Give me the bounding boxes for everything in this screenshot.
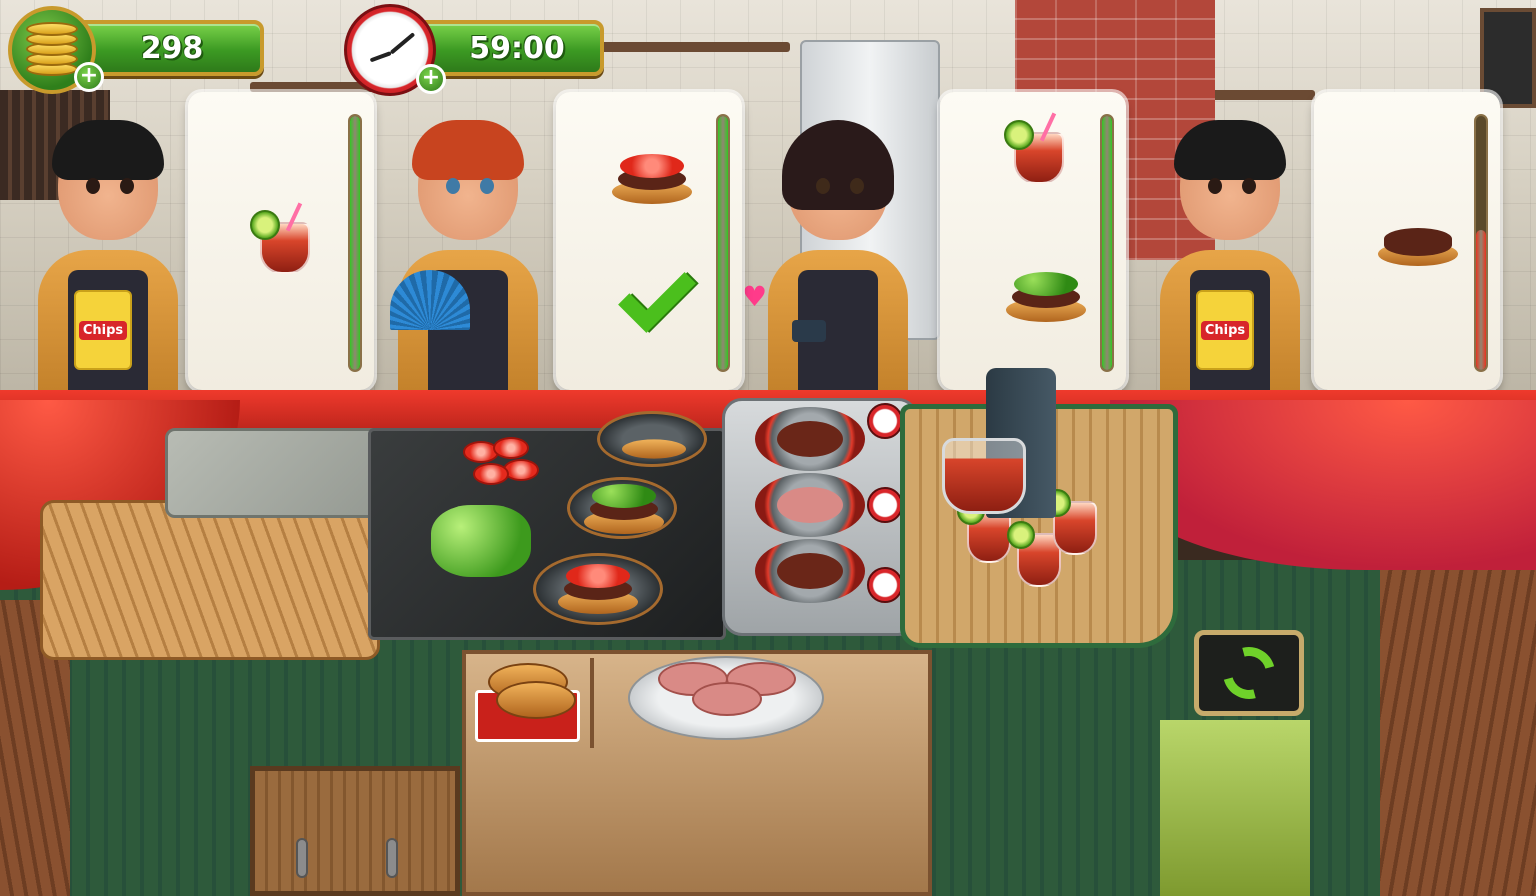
grill-slot-2[interactable]	[755, 473, 865, 537]
customer-girl-phone[interactable]: ♥	[742, 120, 918, 390]
bun-icon	[622, 415, 686, 459]
chips-label: Chips	[78, 320, 128, 340]
customer-hair	[782, 120, 894, 210]
cook-timer-icon	[867, 567, 903, 603]
order-card-2[interactable]	[556, 92, 742, 390]
tomato-burger-icon	[612, 150, 692, 204]
grill-slot-3[interactable]	[755, 539, 865, 603]
heart-icon: ♥	[742, 280, 768, 313]
iced-tea-cup[interactable]	[1043, 489, 1097, 555]
chips-label: Chips	[1200, 320, 1250, 340]
iced-tea-icon	[250, 202, 310, 274]
shelf	[600, 42, 790, 52]
check-icon	[618, 255, 696, 333]
customer-eye	[850, 178, 864, 194]
customer-eye	[816, 178, 830, 194]
cooked-steak	[777, 421, 843, 457]
lettuce-leaves[interactable]	[431, 505, 531, 577]
customer-hair	[52, 120, 164, 180]
customer-boy-chips-2[interactable]: Chips	[1150, 120, 1310, 390]
customer-eye	[1242, 178, 1256, 194]
raw-steak	[777, 487, 843, 523]
recycle-icon	[1194, 630, 1304, 716]
customer-hair	[1174, 120, 1286, 180]
chips-bag: Chips	[1196, 290, 1254, 370]
tomato-slices[interactable]	[463, 437, 563, 497]
patience-fill	[1102, 116, 1112, 370]
burger-plate-3[interactable]	[533, 553, 663, 625]
order-card-1[interactable]	[188, 92, 374, 390]
cook-timer-icon	[867, 487, 903, 523]
patience-fill	[1476, 230, 1486, 370]
burger-prep-station[interactable]	[368, 411, 726, 640]
burger-plate-2[interactable]	[567, 477, 677, 539]
add-coins-button[interactable]: +	[74, 62, 104, 92]
customer-eye	[480, 178, 494, 194]
trash-bin	[1160, 720, 1310, 896]
tomato-burger-icon	[558, 560, 638, 614]
trash-button[interactable]	[1174, 620, 1314, 730]
patience-bar	[1474, 114, 1488, 372]
order-card-3[interactable]	[940, 92, 1126, 390]
buns-supply[interactable]	[475, 663, 580, 742]
customer-eye	[1208, 178, 1222, 194]
add-time-button[interactable]: +	[416, 64, 446, 94]
phone	[792, 320, 826, 342]
customer-eye	[120, 178, 134, 194]
customer-boy-chips[interactable]: Chips	[28, 120, 188, 390]
cook-timer-icon	[867, 403, 903, 439]
patience-bar	[716, 114, 730, 372]
customer-eye	[86, 178, 100, 194]
order-card-4[interactable]	[1314, 92, 1500, 390]
burger-plate-1[interactable]	[597, 411, 707, 467]
grill-slot-1[interactable]	[755, 407, 865, 471]
timer-value: 59:00	[469, 30, 565, 66]
coins-value: 298	[140, 30, 204, 66]
lettuce-burger-icon	[1006, 268, 1086, 322]
iced-tea-icon	[1004, 112, 1064, 184]
drawer-divider	[590, 658, 594, 748]
raw-steaks-supply[interactable]	[628, 656, 824, 740]
chips-bag: Chips	[74, 290, 132, 370]
patience-fill	[350, 116, 360, 370]
cabinet-door	[250, 766, 460, 896]
serving-board[interactable]	[40, 500, 380, 660]
patience-bar	[1100, 114, 1114, 372]
plain-burger-icon	[1378, 212, 1458, 266]
grill-station[interactable]	[722, 398, 918, 636]
customer-redhead-fan[interactable]	[388, 120, 548, 390]
cabinet-handle	[386, 838, 398, 878]
patience-bar	[348, 114, 362, 372]
patience-fill	[718, 116, 728, 370]
lettuce-burger-icon	[584, 480, 664, 534]
customer-hair	[412, 120, 524, 180]
wood-panel	[1380, 560, 1536, 896]
cooked-steak	[777, 553, 843, 589]
cabinet-handle	[296, 838, 308, 878]
drink-maker[interactable]	[942, 368, 1058, 518]
customer-eye	[446, 178, 460, 194]
